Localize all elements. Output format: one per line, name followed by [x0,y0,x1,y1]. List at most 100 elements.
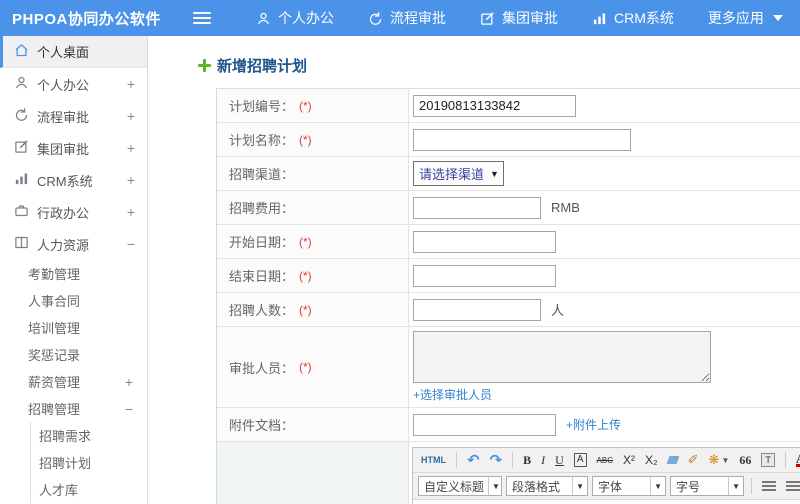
sidebar-item-workflow-approval[interactable]: 流程审批 + [0,100,147,132]
topnav-label: 流程审批 [390,10,446,26]
approvers-textarea[interactable] [413,331,711,383]
editor-content-area[interactable] [413,500,800,504]
form-row-end-date: 结束日期： (*) [217,259,800,293]
field-label: 结束日期： (*) [217,259,409,292]
field-label: 计划名称： (*) [217,123,409,156]
font-family-select[interactable]: 字体 ▼ [592,476,666,496]
form-row-editor: HTML ↶ ↷ B I U A ABC X² X₂ ✐ ❋ ▼ 66 T 自定… [217,442,800,504]
sidebar-item-attendance[interactable]: 考勤管理 [0,260,147,287]
app-logo: PHPOA协同办公软件 [12,10,161,28]
sidebar-item-label: 个人办公 [37,77,90,93]
topnav-item-more-apps[interactable]: 更多应用 [691,0,800,36]
source-code-button[interactable]: HTML [418,455,449,465]
sidebar-item-recruit-plan[interactable]: 招聘计划 [31,449,147,476]
format-brush-icon[interactable]: ✐ [685,452,702,468]
user-icon [256,11,271,26]
sidebar-item-hr-contract[interactable]: 人事合同 [0,287,147,314]
home-icon [14,43,29,61]
field-label: 招聘渠道： [217,157,409,190]
expand-plus-icon[interactable]: + [127,76,135,92]
eraser-icon[interactable] [666,456,680,464]
collapse-minus-icon[interactable]: − [127,236,135,252]
paste-icon[interactable]: T [761,453,775,467]
add-plus-icon [198,59,211,72]
collapse-minus-icon[interactable]: − [125,401,133,417]
font-color-button[interactable]: A▼ [793,452,800,467]
caret-down-icon: ▼ [488,477,503,495]
field-label-empty [217,442,409,504]
paragraph-format-select[interactable]: 段落格式 ▼ [506,476,588,496]
expand-plus-icon[interactable]: + [125,374,133,390]
sidebar: 个人桌面 个人办公 + 流程审批 + 集团审批 + CRM系统 + 行政办公 +… [0,36,148,504]
form-row-headcount: 招聘人数： (*) 人 [217,293,800,327]
end-date-input[interactable] [413,264,556,287]
palette-icon[interactable]: ❋ ▼ [706,452,733,468]
sidebar-item-rewards[interactable]: 奖惩记录 [0,341,147,368]
field-label: 招聘费用： [217,191,409,224]
sidebar-item-label: 人力资源 [37,237,90,253]
caret-down-icon: ▼ [728,477,743,495]
sidebar-item-crm[interactable]: CRM系统 + [0,164,147,196]
sidebar-item-admin-office[interactable]: 行政办公 + [0,196,147,228]
recruitment-submenu: 招聘需求 招聘计划 人才库 [30,422,147,503]
editor-toolbar-row1: HTML ↶ ↷ B I U A ABC X² X₂ ✐ ❋ ▼ 66 T [413,448,800,473]
start-date-input[interactable] [413,230,556,253]
main-content: 新增招聘计划 计划编号： (*) 计划名称： (*) [148,36,800,504]
subscript-button[interactable]: X₂ [642,453,661,467]
superscript-button[interactable]: X² [620,453,638,467]
expand-plus-icon[interactable]: + [127,140,135,156]
sidebar-item-personal-desktop[interactable]: 个人桌面 [0,36,147,68]
italic-button[interactable]: I [538,453,548,468]
undo-icon[interactable]: ↶ [464,451,483,469]
expand-plus-icon[interactable]: + [127,204,135,220]
channel-select[interactable]: 请选择渠道 ▼ [413,161,504,186]
topnav-label: 集团审批 [502,10,558,26]
headcount-input[interactable] [413,298,541,321]
bold-button[interactable]: B [520,453,534,468]
plan-no-input[interactable] [413,94,576,117]
hamburger-icon[interactable] [193,12,211,24]
attachment-upload-link[interactable]: +附件上传 [566,416,621,433]
expand-plus-icon[interactable]: + [127,108,135,124]
sidebar-item-training[interactable]: 培训管理 [0,314,147,341]
sidebar-item-group-approval[interactable]: 集团审批 + [0,132,147,164]
field-label: 开始日期： (*) [217,225,409,258]
topnav-item-workflow-approval[interactable]: 流程审批 [351,0,463,36]
form-row-fee: 招聘费用： RMB [217,191,800,225]
expand-plus-icon[interactable]: + [127,172,135,188]
custom-title-select[interactable]: 自定义标题 ▼ [418,476,502,496]
blockquote-button[interactable]: 66 [736,453,754,468]
sidebar-item-recruit-demand[interactable]: 招聘需求 [31,422,147,449]
sidebar-item-talent-pool[interactable]: 人才库 [31,476,147,503]
align-left-icon[interactable] [762,480,776,492]
border-text-button[interactable]: A [573,453,587,467]
attachment-input[interactable] [413,413,556,436]
sidebar-item-label: 培训管理 [28,321,81,336]
font-size-select[interactable]: 字号 ▼ [670,476,744,496]
workflow-icon [368,11,383,26]
recruit-plan-form: 计划编号： (*) 计划名称： (*) 招聘渠道： [216,88,800,504]
edit-square-icon [14,139,29,157]
user-icon [14,75,29,93]
strikethrough-button[interactable]: ABC [594,456,616,465]
sidebar-item-label: 人事合同 [28,294,81,309]
choose-approvers-link[interactable]: +选择审批人员 [413,386,492,403]
caret-down-icon: ▼ [572,477,587,495]
underline-button[interactable]: U [552,453,567,468]
required-mark: (*) [299,234,312,249]
align-center-icon[interactable] [786,480,800,492]
sidebar-item-hr[interactable]: 人力资源 − [0,228,147,260]
sidebar-item-label: 招聘计划 [39,456,92,471]
sidebar-item-recruitment[interactable]: 招聘管理 − [0,395,147,422]
caret-down-icon: ▼ [490,168,499,179]
briefcase-icon [14,203,29,221]
required-mark: (*) [299,132,312,147]
topnav-item-group-approval[interactable]: 集团审批 [463,0,575,36]
plan-name-input[interactable] [413,128,631,151]
fee-input[interactable] [413,196,541,219]
topnav-item-crm[interactable]: CRM系统 [575,0,691,36]
topnav-item-personal-office[interactable]: 个人办公 [239,0,351,36]
redo-icon[interactable]: ↷ [487,451,506,469]
sidebar-item-salary[interactable]: 薪资管理 + [0,368,147,395]
sidebar-item-personal-office[interactable]: 个人办公 + [0,68,147,100]
